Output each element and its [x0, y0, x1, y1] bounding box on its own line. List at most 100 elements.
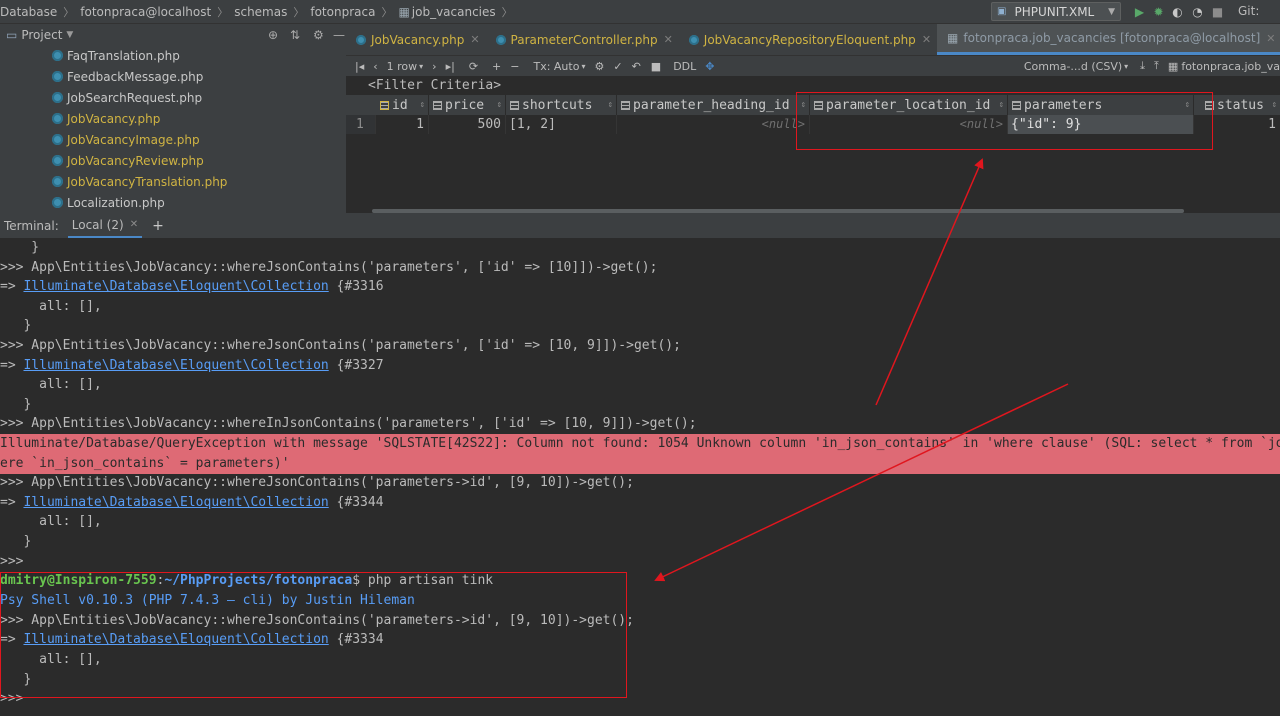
next-page-icon[interactable]: › [432, 60, 436, 73]
collapse-icon[interactable]: ⇅ [290, 28, 300, 42]
sort-icon[interactable]: ⇕ [420, 100, 425, 110]
gear-icon[interactable]: ⚙ [313, 28, 324, 42]
add-row-icon[interactable]: + [492, 60, 501, 73]
class-link[interactable]: Illuminate\Database\Eloquent\Collection [23, 495, 328, 510]
commit-icon[interactable]: ✓ [613, 60, 622, 73]
php-class-icon [52, 113, 63, 124]
terminal-line: >>> [0, 554, 24, 569]
target-table-label[interactable]: ▦ fotonpraca.job_va [1168, 60, 1280, 73]
export-format-select[interactable]: Comma-...d (CSV) ▾ [1024, 60, 1128, 73]
ddl-button[interactable]: DDL [673, 60, 696, 73]
first-page-icon[interactable]: |◂ [355, 60, 364, 73]
terminal-line: all: [], [0, 299, 102, 314]
run-configuration-select[interactable]: ▣ PHPUNIT.XML ▼ [991, 2, 1121, 21]
class-link[interactable]: Illuminate\Database\Eloquent\Collection [23, 358, 328, 373]
terminal-line: >>> App\Entities\JobVacancy::whereJsonCo… [0, 338, 681, 353]
column-icon [433, 100, 442, 110]
tree-item-file[interactable]: JobSearchRequest.php [52, 87, 202, 108]
tab-local-2[interactable]: Local (2) ✕ [67, 213, 143, 238]
breadcrumb-schemas[interactable]: schemas [234, 5, 289, 19]
upload-icon[interactable]: ⤒ [1154, 59, 1159, 73]
php-class-icon [52, 71, 63, 82]
tree-item-label: JobVacancyImage.php [67, 132, 200, 147]
run-icon[interactable]: ▶ [1132, 4, 1147, 19]
breadcrumb: Database 〉 fotonpraca@localhost 〉 schemas 〉… [0, 0, 519, 24]
git-label[interactable]: Git: [1238, 4, 1259, 18]
tree-item-file[interactable]: Localization.php [52, 192, 165, 213]
terminal-line: => Illuminate\Database\Eloquent\Collecti… [0, 277, 1280, 297]
pin-icon[interactable]: ✥ [705, 60, 714, 73]
close-icon[interactable]: ✕ [130, 219, 138, 230]
rollback-icon[interactable]: ↶ [632, 60, 641, 73]
close-icon[interactable]: ✕ [1266, 32, 1275, 45]
php-class-icon [688, 34, 699, 45]
tab-label: Local (2) [71, 217, 124, 232]
column-header-price[interactable]: price ⇕ [429, 95, 506, 115]
class-link[interactable]: Illuminate\Database\Eloquent\Collection [23, 279, 328, 294]
hide-icon[interactable]: — [333, 28, 345, 42]
tree-item-file[interactable]: JobVacancyImage.php [52, 129, 200, 150]
commit-settings-icon[interactable]: ⚙ [594, 60, 604, 73]
stop-icon[interactable]: ■ [1210, 4, 1225, 19]
tree-item-file[interactable]: JobVacancyReview.php [52, 150, 204, 171]
breadcrumb-host[interactable]: fotonpraca@localhost [80, 5, 213, 19]
folder-icon: ▭ [6, 27, 18, 42]
tab-jobvacancy[interactable]: JobVacancy.php ✕ [346, 24, 486, 55]
profile-icon[interactable]: ◔ [1190, 4, 1205, 19]
stop-icon[interactable]: ■ [651, 60, 661, 73]
coverage-icon[interactable]: ◐ [1170, 4, 1185, 19]
key-column-icon [380, 100, 389, 110]
php-class-icon [495, 34, 506, 45]
tree-item-file[interactable]: FaqTranslation.php [52, 45, 180, 66]
tree-item-label: JobSearchRequest.php [67, 90, 203, 105]
sort-icon[interactable]: ⇕ [608, 100, 613, 110]
php-class-icon [52, 155, 63, 166]
cell-id[interactable]: 1 [376, 115, 429, 134]
download-icon[interactable]: ⤓ [1140, 59, 1145, 73]
add-tab-icon[interactable]: + [152, 218, 164, 234]
chevron-down-icon[interactable]: ▼ [66, 30, 73, 40]
sort-icon[interactable]: ⇕ [1272, 100, 1277, 110]
delete-row-icon[interactable]: − [510, 60, 519, 73]
tab-parametercontroller[interactable]: ParameterController.php ✕ [486, 24, 679, 55]
close-icon[interactable]: ✕ [664, 33, 673, 46]
refresh-icon[interactable]: ⟳ [469, 60, 478, 73]
terminal-line: all: [], [0, 377, 102, 392]
locate-icon[interactable]: ⊕ [268, 28, 278, 42]
result-prefix: => [0, 358, 24, 373]
tab-repository[interactable]: JobVacancyRepositoryEloquent.php ✕ [679, 24, 937, 55]
close-icon[interactable]: ✕ [922, 33, 931, 46]
table-icon: ▦ [398, 4, 410, 19]
sort-icon[interactable]: ⇕ [497, 100, 502, 110]
project-panel-title[interactable]: Project [21, 28, 62, 42]
tx-mode-select[interactable]: Tx: Auto ▾ [533, 60, 585, 73]
column-header-parameter-heading-id[interactable]: parameter_heading_id ⇕ [617, 95, 810, 115]
breadcrumb-table[interactable]: job_vacancies [412, 5, 498, 19]
object-id: {#3316 [328, 279, 384, 294]
column-icon [510, 100, 519, 110]
chevron-right-icon: 〉 [63, 5, 75, 19]
table-icon: ▦ [947, 31, 959, 45]
row-count-select[interactable]: 1 row ▾ [387, 60, 424, 73]
project-panel-header: ▭ Project ▼ ⊕ ⇅ ⚙ — [0, 24, 346, 45]
last-page-icon[interactable]: ▸| [446, 60, 455, 73]
tab-label: JobVacancy.php [371, 32, 465, 47]
debug-icon[interactable]: ✹ [1151, 4, 1166, 19]
column-header-id[interactable]: id ⇕ [376, 95, 429, 115]
prev-page-icon[interactable]: ‹ [373, 60, 377, 73]
breadcrumb-schema[interactable]: fotonpraca [310, 5, 377, 19]
tree-item-file[interactable]: FeedbackMessage.php [52, 66, 203, 87]
grid-toolbar: |◂ ‹ 1 row ▾ › ▸| ⟳ + − Tx: Auto ▾ ⚙ ✓ ↶ ■… [346, 56, 1280, 76]
tree-item-file[interactable]: JobVacancy.php [52, 108, 160, 129]
tree-item-label: JobVacancyReview.php [67, 153, 204, 168]
terminal-line: all: [], [0, 514, 102, 529]
column-header-shortcuts[interactable]: shortcuts ⇕ [506, 95, 617, 115]
cell-shortcuts[interactable]: [1, 2] [506, 115, 617, 134]
cell-parameter-heading-id[interactable]: <null> [617, 115, 810, 134]
tree-item-file[interactable]: JobVacancyTranslation.php [52, 171, 227, 192]
close-icon[interactable]: ✕ [470, 33, 479, 46]
export-format-label: Comma-...d (CSV) [1023, 59, 1123, 73]
cell-price[interactable]: 500 [429, 115, 506, 134]
breadcrumb-database[interactable]: Database [0, 5, 59, 19]
tab-job-vacancies-table[interactable]: ▦ fotonpraca.job_vacancies [fotonpraca@lo… [937, 24, 1280, 55]
